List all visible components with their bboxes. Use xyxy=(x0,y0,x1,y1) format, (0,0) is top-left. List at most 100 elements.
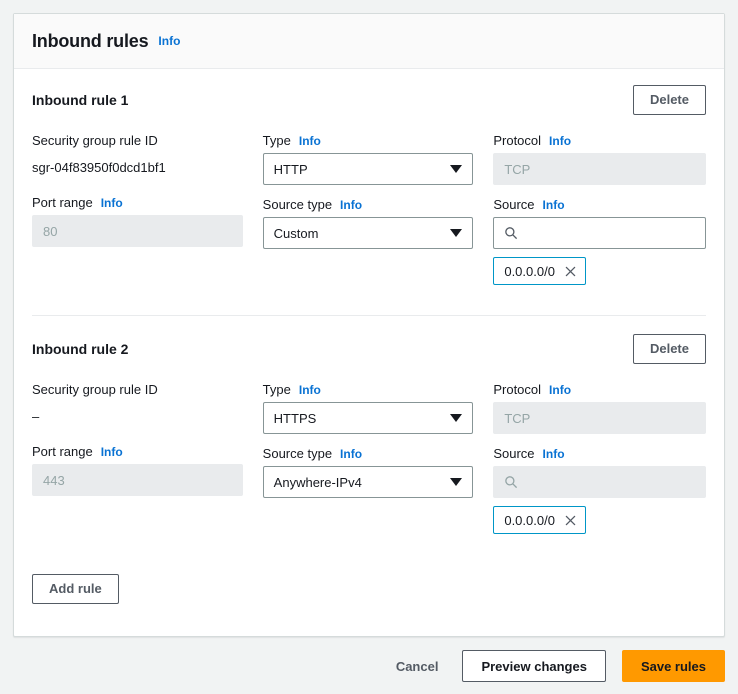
rule-1-column-middle: Type Info HTTP Source type Info Custom xyxy=(262,133,474,297)
type-label-row: Type Info xyxy=(263,382,474,397)
port-range-label-row: Port range Info xyxy=(32,195,243,210)
rule-header: Inbound rule 1 Delete xyxy=(32,85,706,115)
source-label-row: Source Info xyxy=(493,446,706,461)
rule-1-source-field: Source Info 0.0.0.0/0 xyxy=(493,197,706,285)
source-type-label-row: Source type Info xyxy=(263,197,474,212)
rule-1-source-token-label: 0.0.0.0/0 xyxy=(504,263,555,279)
card-body: Inbound rule 1 Delete Security group rul… xyxy=(14,69,724,604)
rule-2-type-select[interactable]: HTTPS xyxy=(262,402,474,434)
type-info-link[interactable]: Info xyxy=(299,383,321,397)
rule-2-source-token[interactable]: 0.0.0.0/0 xyxy=(493,506,586,534)
rule-id-label-row: Security group rule ID xyxy=(32,133,243,148)
search-icon xyxy=(505,227,518,240)
preview-changes-button[interactable]: Preview changes xyxy=(462,650,606,682)
source-type-info-link[interactable]: Info xyxy=(340,198,362,212)
inbound-rules-info-link[interactable]: Info xyxy=(158,34,180,48)
rule-1-protocol-field: Protocol Info TCP xyxy=(493,133,706,185)
footer-actions: Cancel Preview changes Save rules xyxy=(13,650,725,682)
search-icon xyxy=(505,476,518,489)
inbound-rule-2: Inbound rule 2 Delete Security group rul… xyxy=(32,334,706,552)
port-range-label: Port range xyxy=(32,195,93,210)
security-group-rule-id-label: Security group rule ID xyxy=(32,133,158,148)
inbound-rules-card: Inbound rules Info Inbound rule 1 Delete… xyxy=(13,13,725,637)
rule-2-id-field: Security group rule ID – xyxy=(32,382,243,432)
rule-1-port-range-field: Port range Info 80 xyxy=(32,195,243,247)
source-type-info-link[interactable]: Info xyxy=(340,447,362,461)
source-label: Source xyxy=(493,446,535,461)
inbound-rule-1: Inbound rule 1 Delete Security group rul… xyxy=(32,85,706,303)
rule-title: Inbound rule 2 xyxy=(32,341,129,357)
rule-2-source-token-label: 0.0.0.0/0 xyxy=(504,512,555,528)
rule-1-type-select[interactable]: HTTP xyxy=(262,153,474,185)
type-info-link[interactable]: Info xyxy=(299,134,321,148)
rule-1-source-type-select[interactable]: Custom xyxy=(262,217,474,249)
chevron-down-icon xyxy=(450,414,463,422)
rule-2-protocol-value: TCP xyxy=(504,410,531,426)
cancel-button[interactable]: Cancel xyxy=(388,650,447,682)
rule-1-protocol-value: TCP xyxy=(504,161,531,177)
port-range-label: Port range xyxy=(32,444,93,459)
source-type-label: Source type xyxy=(262,446,333,461)
rule-2-source-type-select[interactable]: Anywhere-IPv4 xyxy=(262,466,474,498)
close-icon[interactable] xyxy=(564,514,577,527)
close-icon[interactable] xyxy=(564,265,577,278)
rule-2-port-range-input[interactable]: 443 xyxy=(32,464,243,496)
add-rule-wrapper: Add rule xyxy=(32,552,706,604)
port-range-info-link[interactable]: Info xyxy=(101,196,123,210)
save-rules-button[interactable]: Save rules xyxy=(621,650,725,682)
protocol-info-link[interactable]: Info xyxy=(549,134,571,148)
source-type-label-row: Source type Info xyxy=(263,446,474,461)
chevron-down-icon xyxy=(450,165,463,173)
rule-title: Inbound rule 1 xyxy=(32,92,129,108)
rule-1-type-field: Type Info HTTP xyxy=(262,133,474,185)
chevron-down-icon xyxy=(450,478,463,486)
rule-2-source-type-field: Source type Info Anywhere-IPv4 xyxy=(262,446,474,498)
rule-2-column-left: Security group rule ID – Port range Info… xyxy=(32,382,243,546)
port-range-info-link[interactable]: Info xyxy=(101,445,123,459)
source-type-label: Source type xyxy=(262,197,333,212)
rule-fields: Security group rule ID sgr-04f83950f0dcd… xyxy=(32,133,706,297)
rule-2-protocol-input: TCP xyxy=(493,402,706,434)
protocol-label-row: Protocol Info xyxy=(493,133,706,148)
security-group-rules-page: Inbound rules Info Inbound rule 1 Delete… xyxy=(0,0,738,694)
security-group-rule-id-label: Security group rule ID xyxy=(32,382,158,397)
rule-2-type-value: HTTPS xyxy=(273,410,317,426)
rule-2-protocol-field: Protocol Info TCP xyxy=(493,382,706,434)
rule-2-source-field: Source Info 0.0.0.0/0 xyxy=(493,446,706,534)
rule-2-column-right: Protocol Info TCP Source Info 0.0.0.0/0 xyxy=(493,382,706,546)
rule-1-port-range-value: 80 xyxy=(43,223,58,239)
rule-1-source-type-field: Source type Info Custom xyxy=(262,197,474,249)
rule-1-protocol-input: TCP xyxy=(493,153,706,185)
rule-header: Inbound rule 2 Delete xyxy=(32,334,706,364)
rule-2-source-type-value: Anywhere-IPv4 xyxy=(273,474,362,490)
page-title: Inbound rules xyxy=(32,30,149,51)
rule-1-type-value: HTTP xyxy=(273,161,308,177)
type-label: Type xyxy=(262,133,291,148)
rule-1-id-field: Security group rule ID sgr-04f83950f0dcd… xyxy=(32,133,243,183)
rule-1-port-range-input[interactable]: 80 xyxy=(32,215,243,247)
rules-divider xyxy=(32,315,706,316)
source-info-link[interactable]: Info xyxy=(543,198,565,212)
protocol-info-link[interactable]: Info xyxy=(549,383,571,397)
chevron-down-icon xyxy=(450,229,463,237)
delete-rule-2-button[interactable]: Delete xyxy=(632,334,706,364)
rule-2-source-input xyxy=(493,466,706,498)
source-label-row: Source Info xyxy=(493,197,706,212)
port-range-label-row: Port range Info xyxy=(32,444,243,459)
type-label: Type xyxy=(262,382,291,397)
protocol-label: Protocol xyxy=(493,133,542,148)
source-label: Source xyxy=(493,197,535,212)
card-header: Inbound rules Info xyxy=(14,14,724,69)
rule-1-source-token[interactable]: 0.0.0.0/0 xyxy=(493,257,586,285)
rule-2-id-value: – xyxy=(32,409,40,424)
delete-rule-1-button[interactable]: Delete xyxy=(632,85,706,115)
rule-1-source-input[interactable] xyxy=(493,217,706,249)
rule-1-source-type-value: Custom xyxy=(273,225,319,241)
rule-1-column-left: Security group rule ID sgr-04f83950f0dcd… xyxy=(32,133,243,297)
rule-fields: Security group rule ID – Port range Info… xyxy=(32,382,706,546)
add-rule-button[interactable]: Add rule xyxy=(32,574,119,604)
rule-2-port-range-value: 443 xyxy=(43,472,65,488)
rule-2-type-field: Type Info HTTPS xyxy=(262,382,474,434)
source-info-link[interactable]: Info xyxy=(543,447,565,461)
rule-1-id-value: sgr-04f83950f0dcd1bf1 xyxy=(32,160,166,175)
